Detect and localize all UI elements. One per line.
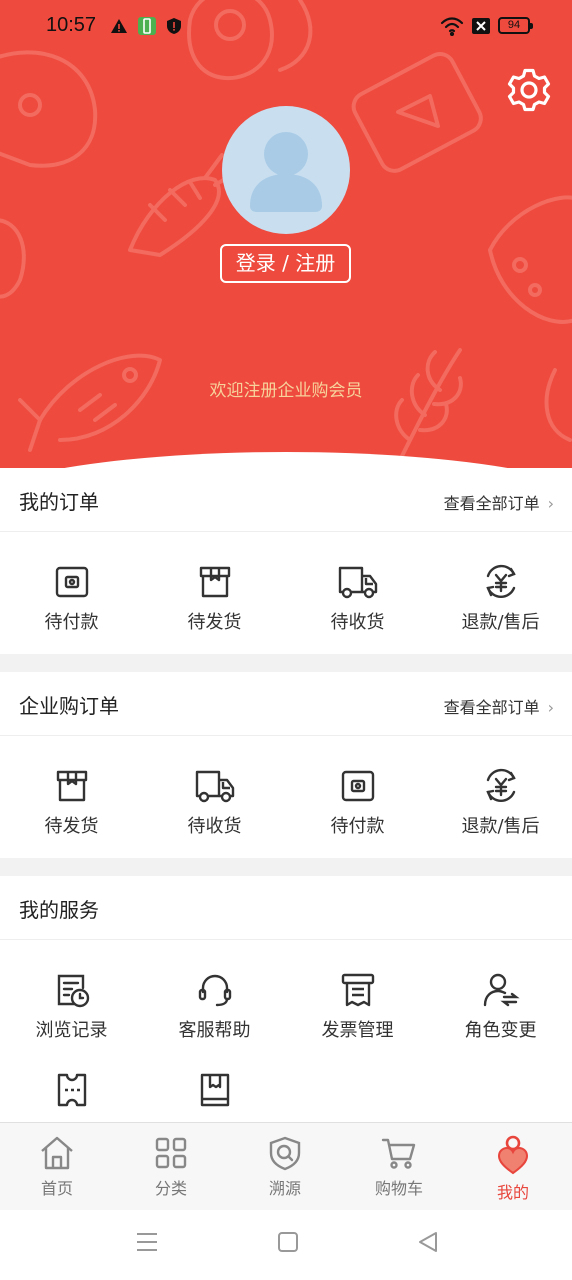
home-square-icon[interactable] xyxy=(276,1230,300,1254)
box-icon xyxy=(199,566,230,598)
service-item-label: 角色变更 xyxy=(464,1020,537,1041)
service-customer-help[interactable]: 客服帮助 xyxy=(143,972,286,1042)
tab-label: 溯源 xyxy=(268,1179,301,1198)
bottom-tab-bar: 首页 分类 溯源 购物车 我的 xyxy=(0,1122,572,1210)
order-pending-receipt[interactable]: 待收货 xyxy=(286,564,429,634)
view-all-enterprise-orders-link[interactable]: 查看全部订单 › xyxy=(444,694,554,718)
home-icon xyxy=(41,1136,73,1170)
truck-icon xyxy=(195,770,234,803)
tab-home[interactable]: 首页 xyxy=(0,1123,114,1199)
user-placeholder-icon xyxy=(250,132,322,212)
view-all-orders-link[interactable]: 查看全部订单 › xyxy=(444,490,554,514)
back-triangle-icon[interactable] xyxy=(416,1230,440,1254)
menu-icon[interactable] xyxy=(135,1230,159,1254)
book-icon xyxy=(200,1073,229,1107)
my-services-section: 我的服务 浏览记录 客服帮助 发票管理 角色变更 xyxy=(0,876,572,1122)
order-item-label: 退款/售后 xyxy=(461,816,540,837)
my-orders-title: 我的订单 xyxy=(19,490,99,514)
chevron-right-icon: › xyxy=(547,698,554,717)
avatar[interactable] xyxy=(222,106,350,234)
invoice-icon xyxy=(341,973,374,1007)
truck-icon xyxy=(338,566,377,599)
enterprise-orders-section: 企业购订单 查看全部订单 › 待发货 待收货 待付款 退款/售后 xyxy=(0,672,572,858)
login-register-button[interactable]: 登录 / 注册 xyxy=(220,244,351,283)
app-notification-icon xyxy=(138,17,156,35)
role-switch-icon xyxy=(483,973,520,1007)
service-invoice-management[interactable]: 发票管理 xyxy=(286,972,429,1042)
trace-icon xyxy=(269,1136,301,1171)
history-icon xyxy=(57,974,89,1008)
wifi-icon xyxy=(440,17,464,36)
order-pending-payment[interactable]: 待付款 xyxy=(0,564,143,634)
order-item-label: 待发货 xyxy=(44,816,99,837)
enterprise-pending-shipment[interactable]: 待发货 xyxy=(0,768,143,838)
profile-header: 10:57 94 登录 / 注册 欢迎注册企业购会员 xyxy=(0,0,572,470)
headset-icon xyxy=(198,974,231,1007)
ticket-icon xyxy=(57,1073,86,1107)
refund-icon xyxy=(485,564,516,598)
tab-profile[interactable]: 我的 xyxy=(456,1123,570,1203)
clock: 10:57 xyxy=(46,14,97,36)
service-item-label: 发票管理 xyxy=(321,1020,394,1041)
order-pending-shipment[interactable]: 待发货 xyxy=(143,564,286,634)
profile-icon xyxy=(497,1135,529,1175)
wallet-icon xyxy=(341,770,374,802)
tab-category[interactable]: 分类 xyxy=(114,1123,228,1199)
system-navigation-bar xyxy=(0,1210,572,1280)
order-item-label: 待付款 xyxy=(330,816,385,837)
enterprise-orders-header: 企业购订单 查看全部订单 › xyxy=(0,672,572,736)
tab-label: 我的 xyxy=(496,1183,529,1202)
enterprise-orders-title: 企业购订单 xyxy=(19,694,119,718)
tab-label: 分类 xyxy=(154,1179,187,1198)
service-guide[interactable] xyxy=(143,1072,286,1108)
my-services-title: 我的服务 xyxy=(19,898,99,922)
service-item-label: 浏览记录 xyxy=(35,1020,108,1041)
box-icon xyxy=(56,770,87,802)
order-item-label: 待付款 xyxy=(44,612,99,633)
refund-icon xyxy=(485,768,516,802)
no-sim-icon xyxy=(472,18,490,34)
enterprise-pending-payment[interactable]: 待付款 xyxy=(286,768,429,838)
wallet-icon xyxy=(55,566,88,598)
enterprise-refund-aftersale[interactable]: 退款/售后 xyxy=(429,768,572,838)
my-services-header: 我的服务 xyxy=(0,876,572,940)
service-browsing-history[interactable]: 浏览记录 xyxy=(0,972,143,1042)
order-item-label: 待收货 xyxy=(187,816,242,837)
welcome-text: 欢迎注册企业购会员 xyxy=(209,381,363,401)
cart-icon xyxy=(381,1138,416,1169)
chevron-right-icon: › xyxy=(547,494,554,513)
category-icon xyxy=(155,1137,187,1169)
tab-cart[interactable]: 购物车 xyxy=(342,1123,456,1199)
service-coupon[interactable] xyxy=(0,1072,143,1108)
warning-icon xyxy=(111,19,127,33)
service-role-change[interactable]: 角色变更 xyxy=(429,972,572,1042)
order-item-label: 待收货 xyxy=(330,612,385,633)
enterprise-pending-receipt[interactable]: 待收货 xyxy=(143,768,286,838)
battery-indicator: 94 xyxy=(498,17,533,34)
shield-icon xyxy=(167,18,181,34)
status-bar: 10:57 94 xyxy=(0,0,572,52)
order-item-label: 待发货 xyxy=(187,612,242,633)
tab-trace[interactable]: 溯源 xyxy=(228,1123,342,1199)
tab-label: 购物车 xyxy=(374,1179,423,1198)
order-item-label: 退款/售后 xyxy=(461,612,540,633)
order-refund-aftersale[interactable]: 退款/售后 xyxy=(429,564,572,634)
my-orders-header: 我的订单 查看全部订单 › xyxy=(0,468,572,532)
settings-gear-icon[interactable] xyxy=(507,68,551,112)
my-orders-section: 我的订单 查看全部订单 › 待付款 待发货 待收货 退款/售后 xyxy=(0,468,572,654)
tab-label: 首页 xyxy=(40,1179,73,1198)
service-item-label: 客服帮助 xyxy=(178,1020,251,1041)
